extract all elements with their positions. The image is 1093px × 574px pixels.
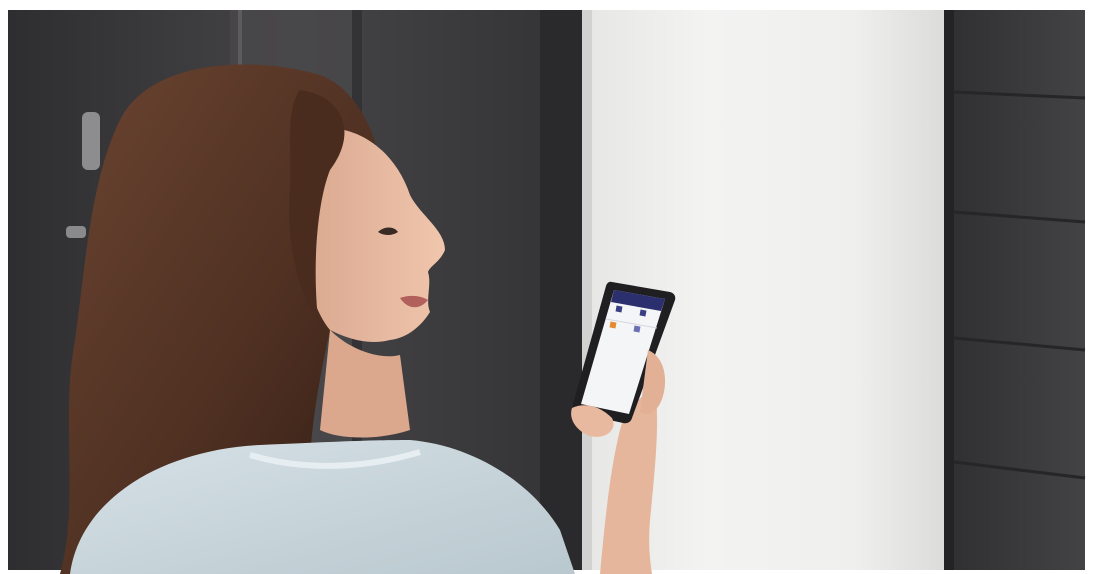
wall-edge-shadow: [582, 10, 592, 570]
app-tile-icon-1: [615, 305, 623, 313]
photo-scene: [0, 0, 1093, 574]
door-lock-knob: [66, 226, 86, 238]
right-door-edge: [944, 10, 954, 570]
app-tile-icon-4: [633, 325, 641, 333]
door-handle: [82, 112, 100, 170]
app-tile-icon-2: [639, 309, 647, 317]
app-tile-icon-3: [609, 321, 617, 329]
photo-frame: [0, 0, 1093, 574]
door-frame: [540, 10, 584, 570]
